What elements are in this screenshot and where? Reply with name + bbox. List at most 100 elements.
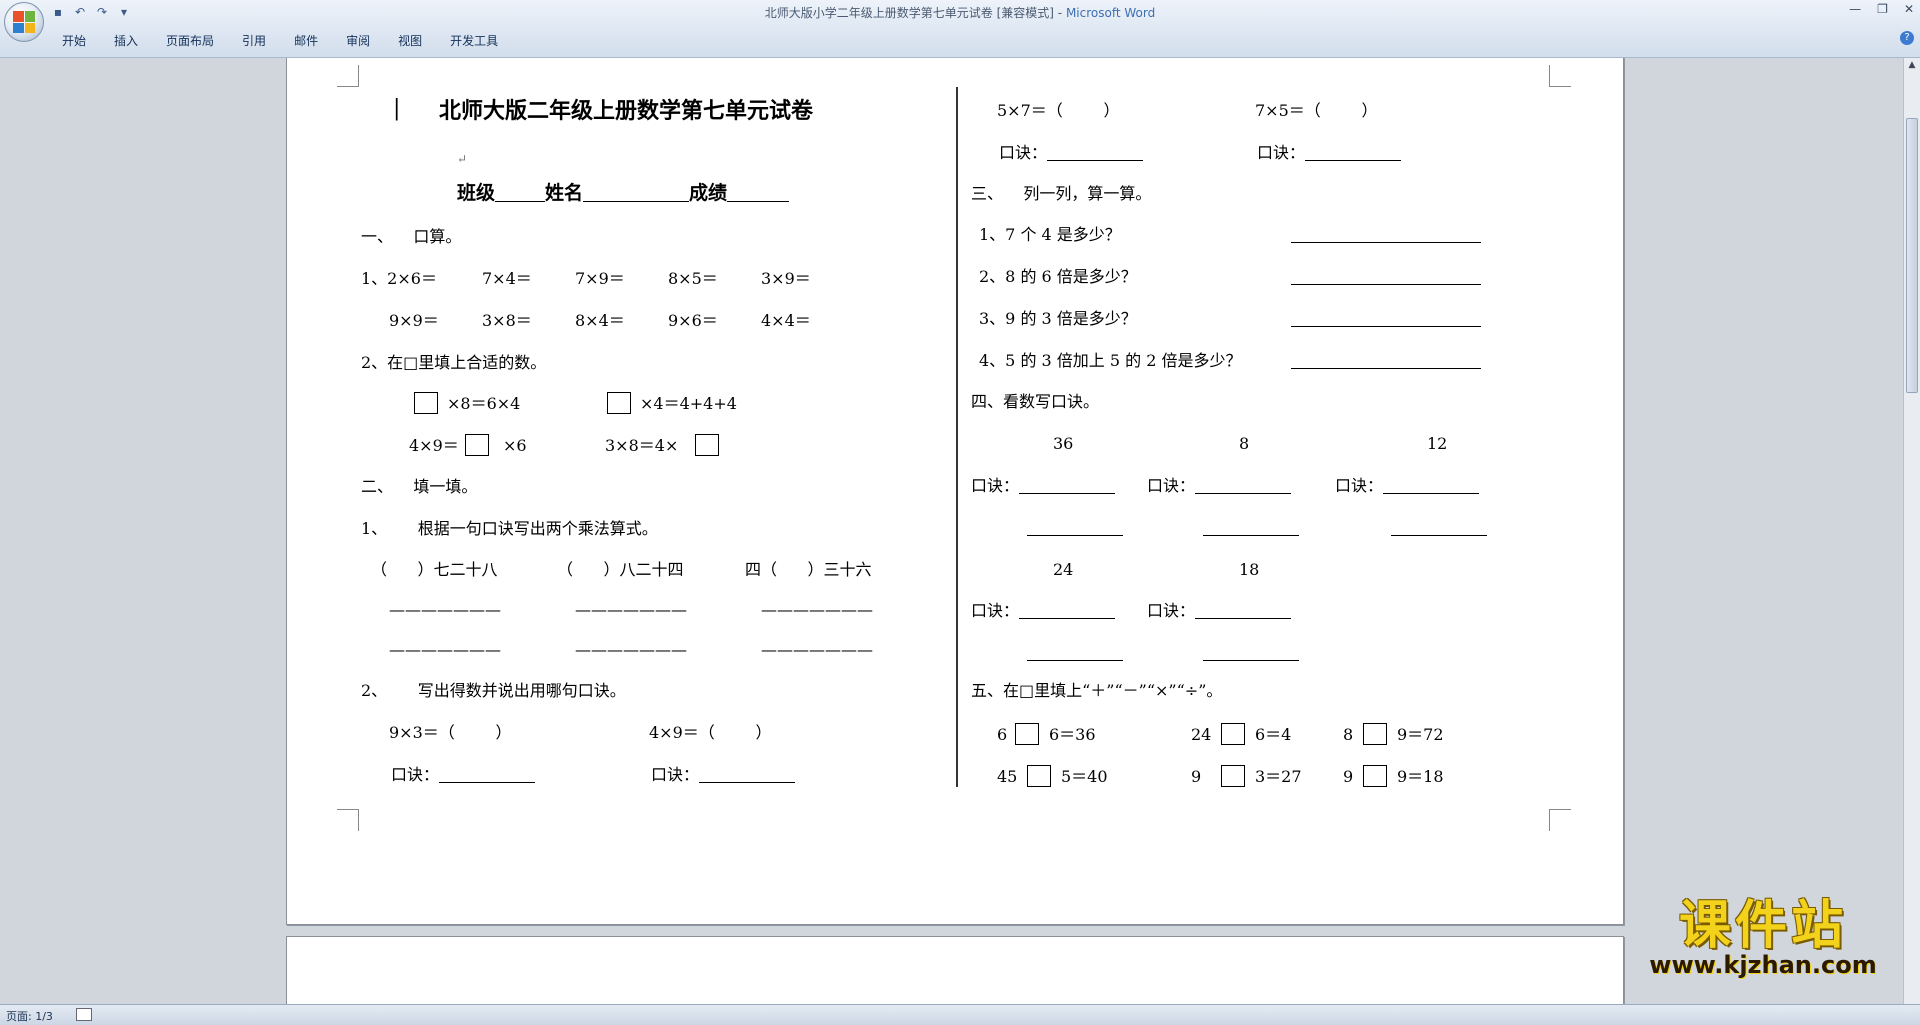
- operand: 9: [1343, 767, 1354, 786]
- column-divider: [956, 87, 958, 787]
- koujue-answer: 口诀：: [651, 765, 796, 785]
- operand: 9＝72: [1397, 725, 1444, 744]
- tab-page-layout[interactable]: 页面布局: [152, 30, 228, 51]
- fill-box[interactable]: [1363, 723, 1387, 745]
- tab-view[interactable]: 视图: [384, 30, 436, 51]
- status-bar: 页面: 1/3: [0, 1004, 1920, 1025]
- answer-dash-line[interactable]: ———————: [389, 600, 501, 620]
- calc-item: 4×4＝: [761, 311, 811, 330]
- question-text: 2、在□里填上合适的数。: [361, 353, 547, 372]
- koujue-answer: 口诀：: [1147, 601, 1292, 621]
- koujue-blank[interactable]: [1047, 145, 1144, 161]
- answer-dash-line[interactable]: ———————: [575, 600, 687, 620]
- question-text: 2、8 的 6 倍是多少？: [979, 267, 1137, 286]
- operand: 6＝4: [1255, 725, 1292, 744]
- fill-box[interactable]: [607, 392, 631, 414]
- koujue-blank[interactable]: [439, 767, 536, 783]
- equation-text: 4×9＝（ ）: [649, 723, 772, 742]
- close-icon[interactable]: ✕: [1904, 2, 1914, 16]
- scroll-up-icon[interactable]: ▲: [1905, 60, 1919, 74]
- koujue-label: 口诀：: [1147, 601, 1196, 620]
- koujue-blank[interactable]: [1195, 603, 1292, 619]
- tab-mailings[interactable]: 邮件: [280, 30, 332, 51]
- koujue-answer: 口诀：: [1147, 476, 1292, 496]
- answer-line[interactable]: [1203, 518, 1299, 538]
- name-label: 姓名: [545, 182, 584, 204]
- fill-box[interactable]: [1015, 723, 1039, 745]
- answer-line[interactable]: [1391, 518, 1487, 538]
- page-count[interactable]: 页面: 1/3: [6, 1008, 53, 1024]
- tab-developer[interactable]: 开发工具: [436, 30, 512, 51]
- text-cursor: |: [393, 96, 401, 121]
- answer-line[interactable]: [1027, 518, 1123, 538]
- koujue-blank[interactable]: [699, 767, 796, 783]
- equation-text: 5×7＝（ ）: [997, 101, 1120, 120]
- koujue-prompt: 四（ ）三十六: [745, 560, 872, 579]
- answer-line[interactable]: [1291, 309, 1481, 329]
- margin-corner: [337, 809, 359, 831]
- name-blank[interactable]: [583, 186, 690, 202]
- section-heading: 二、 填一填。: [361, 477, 478, 496]
- document-page[interactable]: | 北师大版二年级上册数学第七单元试卷 ↵ 班级 姓名 成绩 一、 口算。 1、2×…: [286, 58, 1624, 925]
- question-text: 1、 根据一句口诀写出两个乘法算式。: [361, 519, 658, 538]
- calc-item: 8×5＝: [668, 269, 718, 288]
- equation-text: 9×3＝（ ）: [389, 723, 512, 742]
- koujue-label: 口诀：: [1147, 476, 1196, 495]
- tab-home[interactable]: 开始: [48, 30, 100, 51]
- question-text: 1、7 个 4 是多少？: [979, 225, 1121, 244]
- answer-line[interactable]: [1027, 643, 1123, 663]
- answer-dash-line[interactable]: ———————: [761, 640, 873, 660]
- fill-box[interactable]: [1221, 765, 1245, 787]
- operand: 5＝40: [1061, 767, 1108, 786]
- proofing-icon[interactable]: [76, 1008, 92, 1021]
- minimize-icon[interactable]: —: [1849, 2, 1861, 16]
- fill-box[interactable]: [695, 434, 719, 456]
- answer-dash-line[interactable]: ———————: [389, 640, 501, 660]
- koujue-answer: 口诀：: [971, 476, 1116, 496]
- koujue-blank[interactable]: [1383, 478, 1480, 494]
- koujue-answer: 口诀：: [1335, 476, 1480, 496]
- operand: 9: [1191, 767, 1202, 786]
- koujue-answer: 口诀：: [971, 601, 1116, 621]
- koujue-blank[interactable]: [1305, 145, 1402, 161]
- answer-line[interactable]: [1291, 267, 1481, 287]
- calc-item: 9×6＝: [668, 311, 718, 330]
- help-icon[interactable]: ?: [1900, 31, 1914, 45]
- koujue-answer: 口诀：: [1257, 143, 1402, 163]
- score-blank[interactable]: [727, 186, 790, 202]
- number-item: 18: [1239, 560, 1260, 579]
- fill-box[interactable]: [1363, 765, 1387, 787]
- fill-box[interactable]: [1027, 765, 1051, 787]
- answer-line[interactable]: [1291, 351, 1481, 371]
- answer-line[interactable]: [1291, 225, 1481, 245]
- equation-text: ×8＝6×4: [447, 394, 521, 413]
- calc-item: 1、2×6＝: [361, 269, 437, 288]
- answer-dash-line[interactable]: ———————: [575, 640, 687, 660]
- equation-text: 4×9＝: [409, 436, 459, 455]
- koujue-blank[interactable]: [1195, 478, 1292, 494]
- maximize-icon[interactable]: ❐: [1877, 2, 1888, 16]
- operand: 45: [997, 767, 1018, 786]
- section-heading: 三、 列一列，算一算。: [971, 184, 1152, 203]
- calc-item: 3×8＝: [482, 311, 532, 330]
- margin-corner: [337, 65, 359, 87]
- answer-line[interactable]: [1203, 643, 1299, 663]
- fill-box[interactable]: [1221, 723, 1245, 745]
- koujue-label: 口诀：: [651, 765, 700, 784]
- document-page-next[interactable]: [286, 936, 1624, 1004]
- koujue-blank[interactable]: [1019, 478, 1116, 494]
- vertical-scrollbar[interactable]: ▲: [1903, 58, 1920, 1004]
- question-text: 4、5 的 3 倍加上 5 的 2 倍是多少？: [979, 351, 1242, 370]
- answer-dash-line[interactable]: ———————: [761, 600, 873, 620]
- class-blank[interactable]: [495, 186, 546, 202]
- number-item: 12: [1427, 434, 1448, 453]
- tab-review[interactable]: 审阅: [332, 30, 384, 51]
- fill-box[interactable]: [465, 434, 489, 456]
- scroll-thumb[interactable]: [1906, 118, 1918, 393]
- fill-box[interactable]: [414, 392, 438, 414]
- tab-insert[interactable]: 插入: [100, 30, 152, 51]
- tab-references[interactable]: 引用: [228, 30, 280, 51]
- koujue-blank[interactable]: [1019, 603, 1116, 619]
- document-title: 北师大版二年级上册数学第七单元试卷: [439, 98, 814, 124]
- ribbon-tabs: 开始 插入 页面布局 引用 邮件 审阅 视图 开发工具: [48, 30, 512, 51]
